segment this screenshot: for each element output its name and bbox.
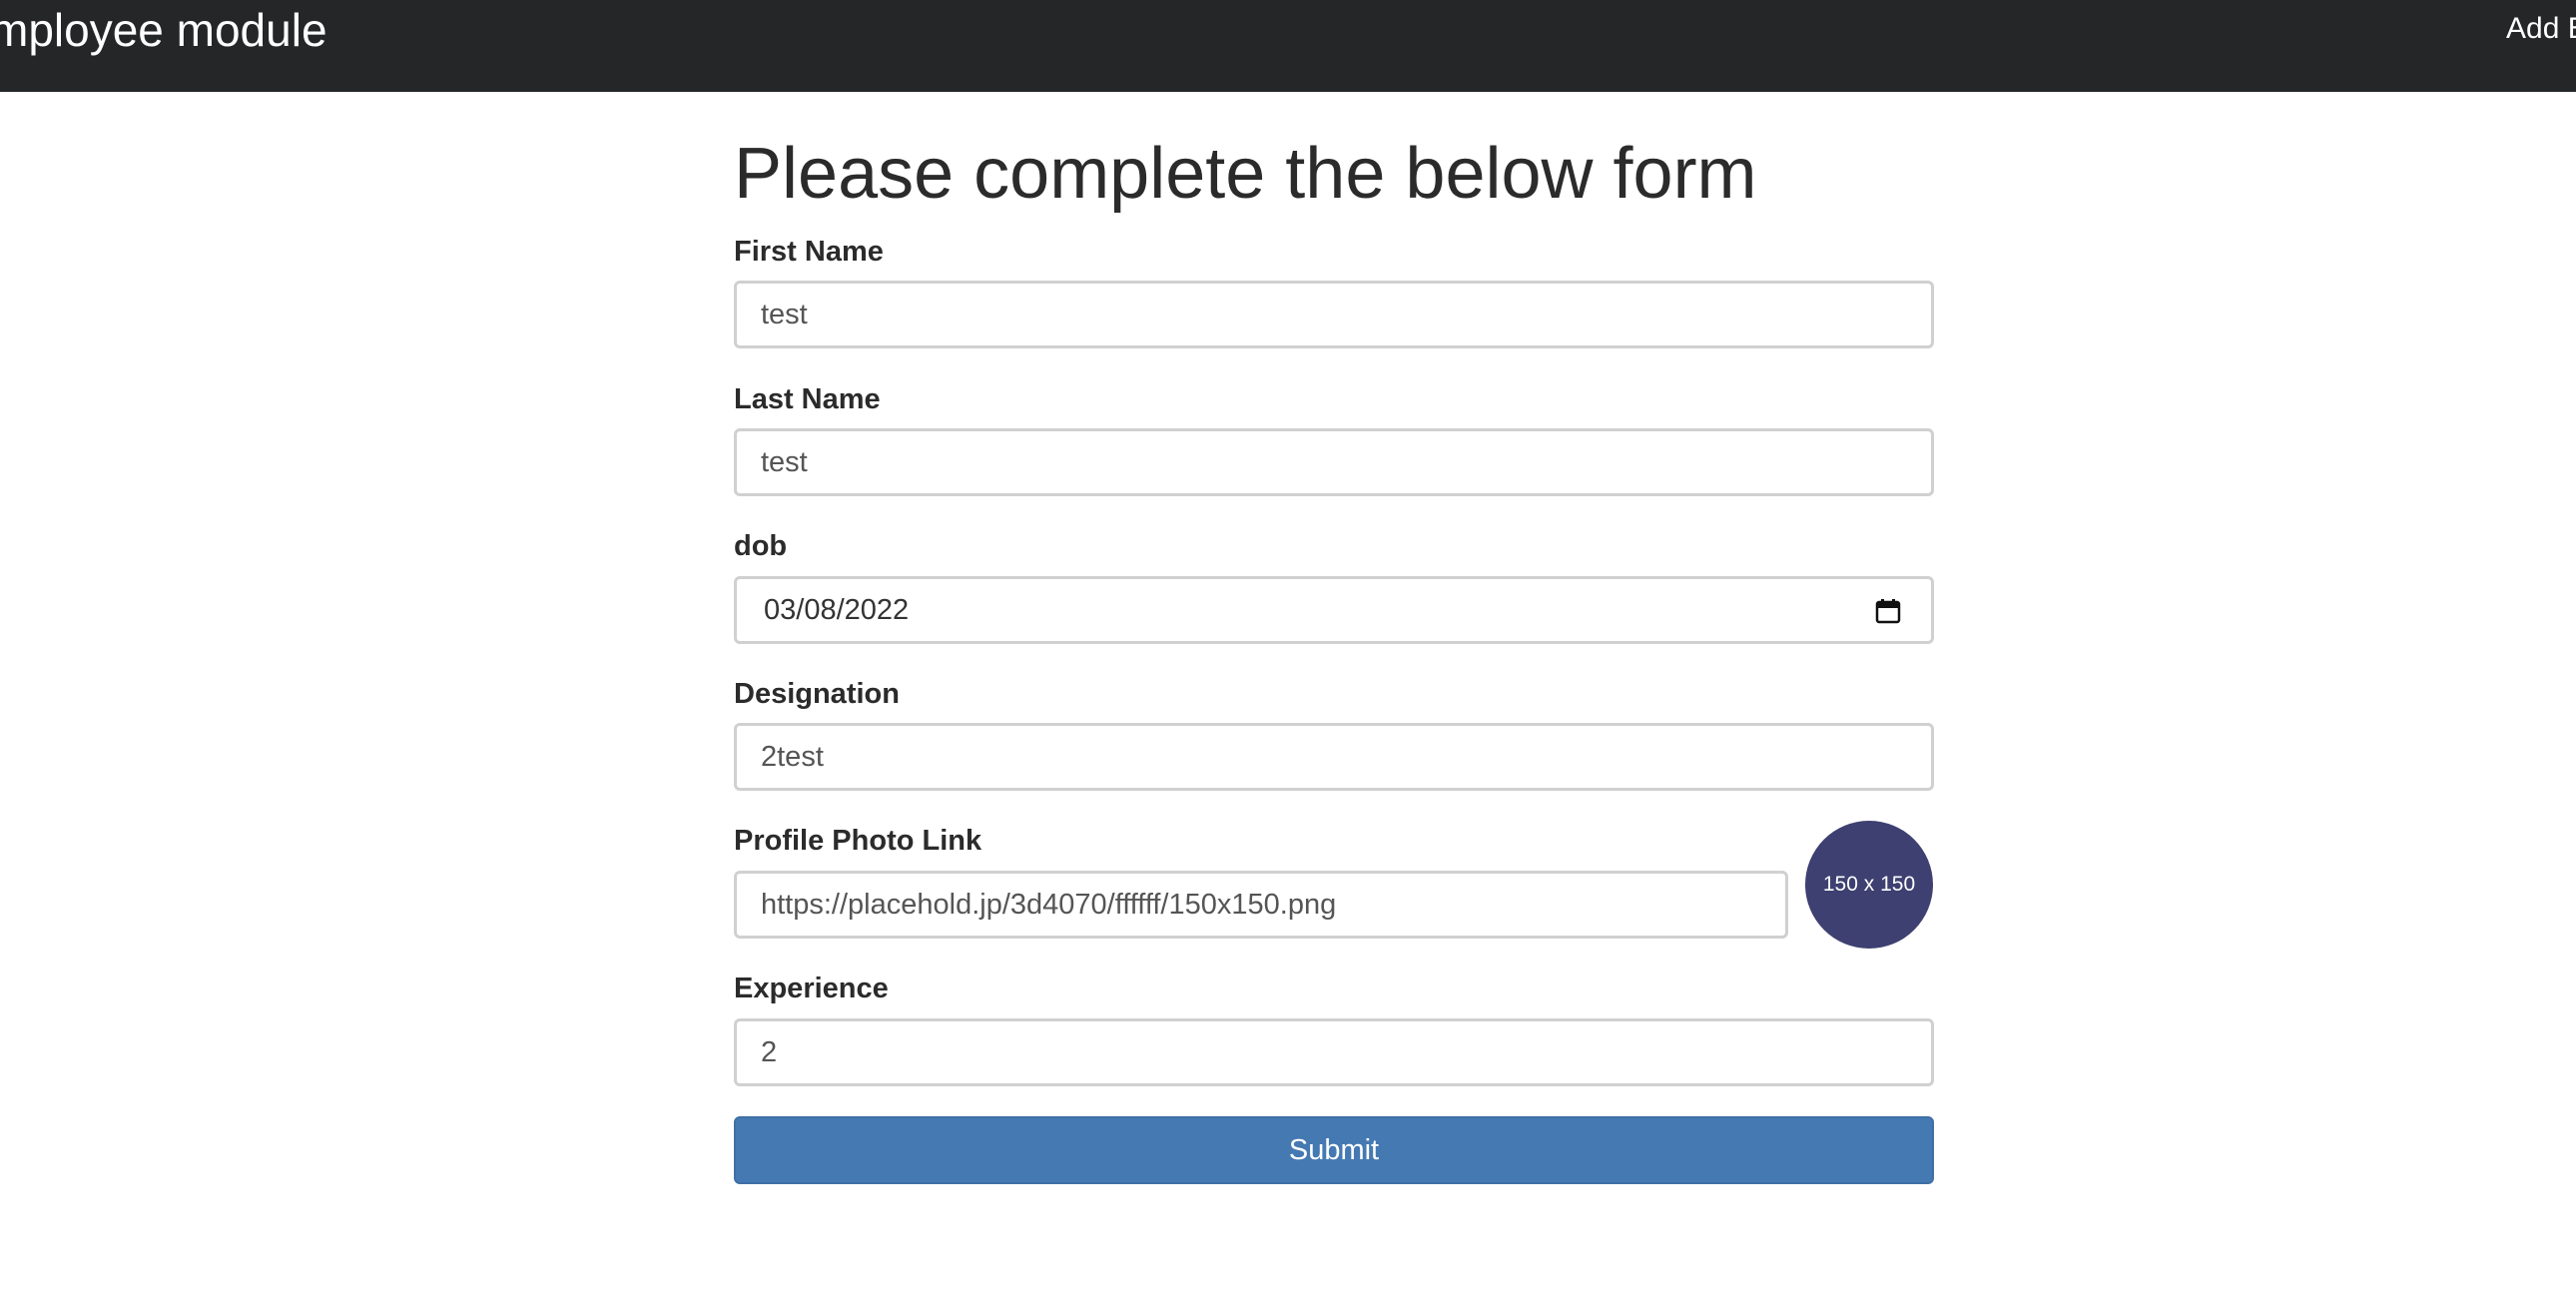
calendar-icon[interactable]: [1875, 598, 1901, 624]
profile-photo-input[interactable]: [734, 871, 1788, 939]
designation-label: Designation: [734, 678, 900, 710]
dob-label: dob: [734, 530, 788, 562]
dob-value: 03/08/2022: [764, 594, 910, 626]
first-name-input[interactable]: [734, 281, 1934, 348]
navbar-brand[interactable]: mployee module: [0, 0, 327, 60]
nav-link-add-employee[interactable]: Add E: [2506, 0, 2576, 60]
experience-label: Experience: [734, 973, 889, 1004]
dob-date-input[interactable]: 03/08/2022: [734, 576, 1934, 644]
last-name-input[interactable]: [734, 428, 1934, 496]
designation-input[interactable]: [734, 723, 1934, 791]
experience-input[interactable]: [734, 1018, 1934, 1086]
first-name-label: First Name: [734, 236, 884, 268]
navbar: mployee module Add E: [0, 0, 2576, 92]
page-title: Please complete the below form: [734, 134, 1757, 214]
submit-button[interactable]: Submit: [734, 1116, 1934, 1184]
last-name-label: Last Name: [734, 383, 881, 415]
profile-photo-label: Profile Photo Link: [734, 825, 982, 857]
profile-photo-preview: 150 x 150: [1805, 821, 1933, 949]
